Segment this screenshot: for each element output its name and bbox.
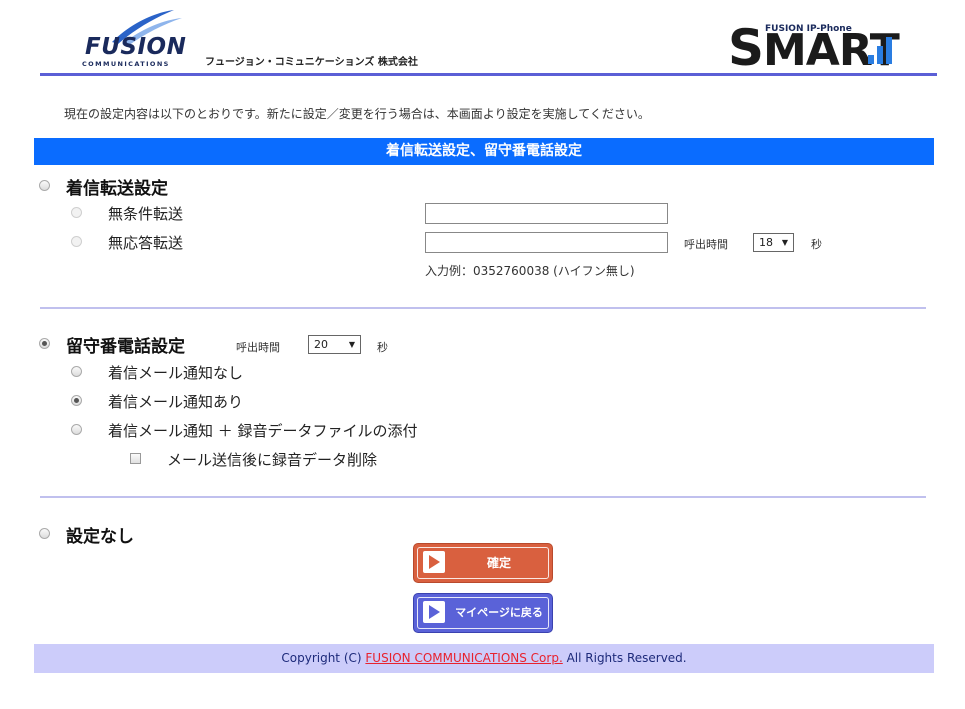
divider xyxy=(40,307,926,309)
no-answer-forward-radio[interactable] xyxy=(71,236,82,247)
input-example-text: 入力例：0352760038 (ハイフン無し) xyxy=(425,264,635,278)
unconditional-forward-radio[interactable] xyxy=(71,207,82,218)
unconditional-forward-label: 無条件転送 xyxy=(108,205,184,223)
forward-ring-time-label: 呼出時間 xyxy=(684,238,728,251)
unconditional-forward-input[interactable] xyxy=(425,203,668,224)
voicemail-radio[interactable] xyxy=(39,338,50,349)
delete-after-send-checkbox[interactable] xyxy=(130,453,141,464)
voicemail-option-label: 着信メール通知あり xyxy=(108,393,244,411)
company-name: フュージョン・コミュニケーションズ 株式会社 xyxy=(205,57,418,68)
intro-text: 現在の設定内容は以下のとおりです。新たに設定／変更を行う場合は、本画面より設定を… xyxy=(64,107,650,121)
no-answer-forward-input[interactable] xyxy=(425,232,668,253)
mail-notify-attach-radio[interactable] xyxy=(71,424,82,435)
play-icon xyxy=(423,551,445,573)
mypage-button-label: マイページに戻る xyxy=(455,606,543,619)
voicemail-option-label: 着信メール通知 ＋ 録音データファイルの添付 xyxy=(108,422,418,440)
chevron-down-icon: ▼ xyxy=(781,238,788,247)
forward-ring-time-select[interactable]: 18 ▼ xyxy=(753,233,794,252)
company-link[interactable]: FUSION COMMUNICATIONS Corp. xyxy=(365,651,562,665)
delete-after-send-label: メール送信後に録音データ削除 xyxy=(167,451,378,469)
voicemail-ring-time-select[interactable]: 20 ▼ xyxy=(308,335,361,354)
voicemail-title: 留守番電話設定 xyxy=(66,337,185,357)
section-title-bar: 着信転送設定、留守番電話設定 xyxy=(34,138,934,165)
divider xyxy=(40,496,926,498)
copyright-suffix: All Rights Reserved. xyxy=(562,651,687,665)
forwarding-title: 着信転送設定 xyxy=(66,179,168,199)
play-icon xyxy=(423,601,445,623)
footer: Copyright (C) FUSION COMMUNICATIONS Corp… xyxy=(34,644,934,673)
no-setting-title: 設定なし xyxy=(66,527,134,547)
forward-ring-time-value: 18 xyxy=(759,236,773,249)
no-mail-notify-radio[interactable] xyxy=(71,366,82,377)
copyright-prefix: Copyright (C) xyxy=(281,651,366,665)
signal-bars-icon xyxy=(868,36,894,64)
smart-logo: FUSION IP-Phone SMART xyxy=(728,23,900,73)
confirm-button[interactable]: 確定 xyxy=(414,544,552,582)
voicemail-option-label: 着信メール通知なし xyxy=(108,364,244,382)
voicemail-seconds-label: 秒 xyxy=(377,341,388,354)
smart-logo-initial: S xyxy=(728,19,764,77)
no-setting-radio[interactable] xyxy=(39,528,50,539)
fusion-logo-sub: COMMUNICATIONS xyxy=(82,60,170,68)
chevron-down-icon: ▼ xyxy=(348,340,355,349)
mypage-button[interactable]: マイページに戻る xyxy=(414,594,552,632)
voicemail-ring-time-label: 呼出時間 xyxy=(236,341,280,354)
page-header: FUSION COMMUNICATIONS フュージョン・コミュニケーションズ … xyxy=(40,8,937,76)
fusion-logo: FUSION COMMUNICATIONS xyxy=(82,8,192,72)
voicemail-ring-time-value: 20 xyxy=(314,338,328,351)
confirm-button-label: 確定 xyxy=(486,556,511,570)
mail-notify-radio[interactable] xyxy=(71,395,82,406)
forwarding-radio[interactable] xyxy=(39,180,50,191)
no-answer-forward-label: 無応答転送 xyxy=(108,234,184,252)
fusion-logo-word: FUSION xyxy=(85,34,187,60)
forward-seconds-label: 秒 xyxy=(811,238,822,251)
